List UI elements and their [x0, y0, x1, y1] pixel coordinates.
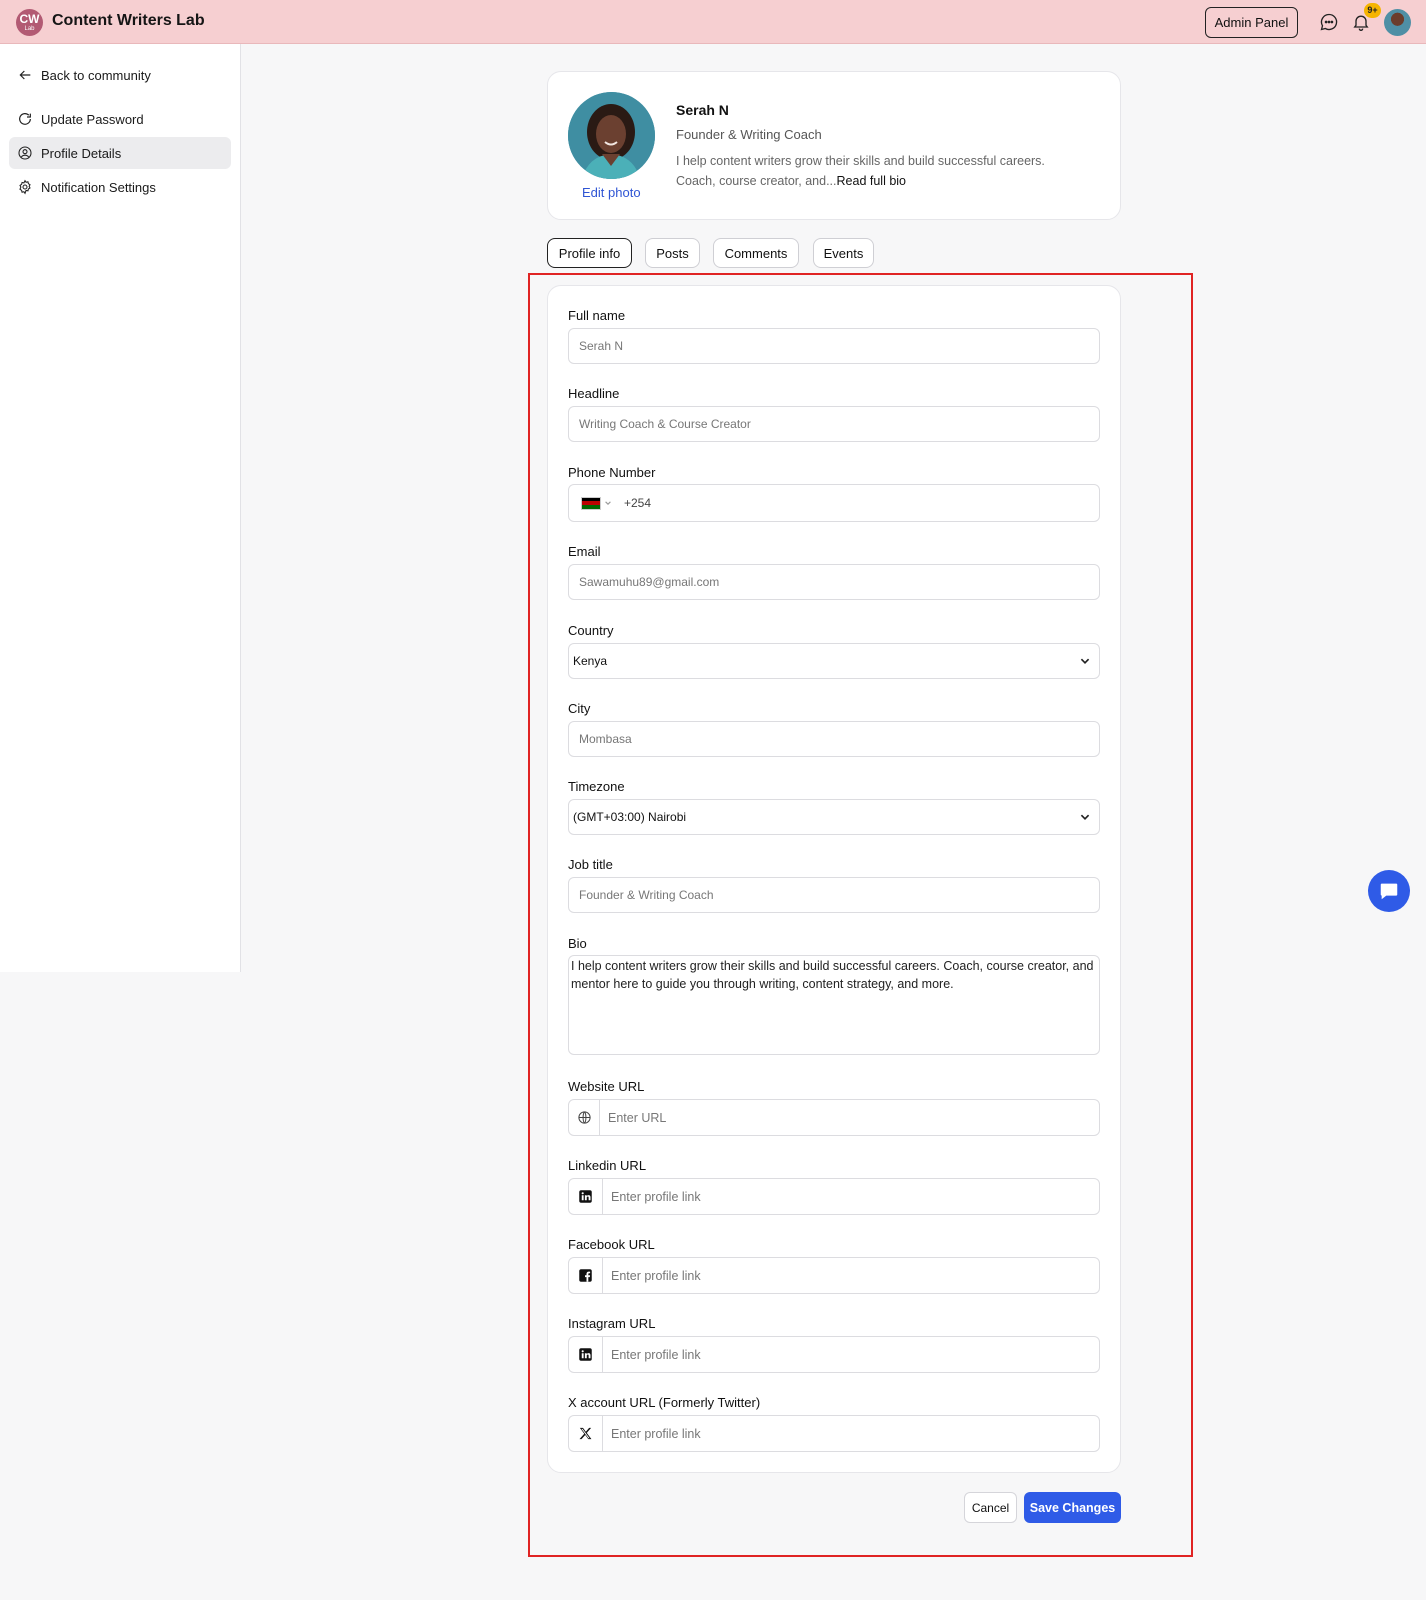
timezone-value: (GMT+03:00) Nairobi: [573, 810, 687, 824]
profile-summary-card: Edit photo Serah N Founder & Writing Coa…: [547, 71, 1121, 220]
logo-text: CW: [19, 12, 40, 26]
email-input[interactable]: Sawamuhu89@gmail.com: [568, 564, 1100, 600]
chat-widget-button[interactable]: [1368, 870, 1410, 912]
country-value: Kenya: [573, 654, 608, 668]
tab-posts[interactable]: Posts: [645, 238, 700, 268]
logo[interactable]: CW Lab: [16, 9, 43, 36]
phone-value: +254: [624, 496, 652, 510]
x-account-label: X account URL (Formerly Twitter): [568, 1395, 761, 1410]
cancel-button[interactable]: Cancel: [964, 1492, 1017, 1523]
bio-textarea[interactable]: I help content writers grow their skills…: [568, 955, 1100, 1055]
sidebar-item-label: Update Password: [41, 111, 144, 127]
instagram-icon: [579, 1348, 592, 1361]
chat-icon[interactable]: [1319, 12, 1339, 32]
user-avatar[interactable]: [1384, 9, 1411, 36]
facebook-placeholder: Enter profile link: [611, 1268, 701, 1283]
phone-input[interactable]: +254: [568, 484, 1100, 522]
linkedin-icon: [579, 1190, 592, 1203]
headline-input[interactable]: Writing Coach & Course Creator: [568, 406, 1100, 442]
job-title-input[interactable]: Founder & Writing Coach: [568, 877, 1100, 913]
x-account-input[interactable]: Enter profile link: [568, 1415, 1100, 1452]
chevron-down-icon: [1080, 814, 1090, 820]
back-to-community-link[interactable]: Back to community: [9, 59, 231, 91]
timezone-select[interactable]: (GMT+03:00) Nairobi: [568, 799, 1100, 835]
profile-headline: Founder & Writing Coach: [676, 127, 822, 142]
city-label: City: [568, 701, 591, 716]
save-changes-button[interactable]: Save Changes: [1024, 1492, 1121, 1523]
website-placeholder: Enter URL: [608, 1110, 667, 1125]
facebook-input[interactable]: Enter profile link: [568, 1257, 1100, 1294]
linkedin-placeholder: Enter profile link: [611, 1189, 701, 1204]
profile-form-card: Full name Serah N Headline Writing Coach…: [547, 285, 1121, 1473]
bio-label: Bio: [568, 936, 587, 951]
facebook-label: Facebook URL: [568, 1237, 655, 1252]
notification-badge: 9+: [1364, 3, 1381, 18]
logo-sub: Lab: [24, 26, 35, 32]
user-circle-icon: [18, 146, 32, 160]
chevron-down-icon: [1080, 658, 1090, 664]
admin-panel-button[interactable]: Admin Panel: [1205, 7, 1298, 38]
full-name-input[interactable]: Serah N: [568, 328, 1100, 364]
tab-events[interactable]: Events: [813, 238, 874, 268]
website-label: Website URL: [568, 1079, 645, 1094]
website-input[interactable]: Enter URL: [568, 1099, 1100, 1136]
x-logo-icon: [579, 1427, 592, 1440]
globe-icon: [577, 1111, 591, 1124]
tab-profile-info[interactable]: Profile info: [547, 238, 632, 268]
message-bubble-icon: [1380, 883, 1398, 900]
profile-bio-preview: I help content writers grow their skills…: [676, 151, 1076, 191]
facebook-icon: [579, 1269, 592, 1282]
refresh-icon: [19, 113, 31, 125]
sidebar-item-notification-settings[interactable]: Notification Settings: [9, 171, 231, 203]
city-input[interactable]: Mombasa: [568, 721, 1100, 757]
tab-comments[interactable]: Comments: [713, 238, 799, 268]
chevron-down-icon: [605, 501, 611, 505]
arrow-left-icon: [19, 70, 31, 80]
sidebar: Back to community Update Password Profil…: [0, 44, 241, 972]
instagram-placeholder: Enter profile link: [611, 1347, 701, 1362]
full-name-label: Full name: [568, 308, 626, 323]
x-account-placeholder: Enter profile link: [611, 1426, 701, 1441]
back-label: Back to community: [41, 67, 151, 83]
sidebar-item-update-password[interactable]: Update Password: [9, 103, 231, 135]
edit-photo-link[interactable]: Edit photo: [582, 185, 641, 200]
country-select[interactable]: Kenya: [568, 643, 1100, 679]
job-title-label: Job title: [568, 857, 613, 872]
instagram-input[interactable]: Enter profile link: [568, 1336, 1100, 1373]
sidebar-item-profile-details[interactable]: Profile Details: [9, 137, 231, 169]
timezone-label: Timezone: [568, 779, 625, 794]
headline-label: Headline: [568, 386, 620, 401]
instagram-label: Instagram URL: [568, 1316, 656, 1331]
profile-avatar: [568, 92, 655, 179]
sidebar-item-label: Notification Settings: [41, 179, 156, 195]
country-label: Country: [568, 623, 614, 638]
linkedin-label: Linkedin URL: [568, 1158, 647, 1173]
sidebar-item-label: Profile Details: [41, 145, 122, 161]
profile-name: Serah N: [676, 102, 729, 118]
gear-icon: [19, 179, 31, 195]
linkedin-input[interactable]: Enter profile link: [568, 1178, 1100, 1215]
brand-name[interactable]: Content Writers Lab: [52, 12, 205, 30]
top-bar: CW Lab Content Writers Lab Admin Panel 9…: [0, 0, 1426, 44]
kenya-flag-icon[interactable]: [581, 496, 601, 510]
read-full-bio-link[interactable]: Read full bio: [837, 174, 907, 188]
phone-label: Phone Number: [568, 465, 656, 480]
email-label: Email: [568, 544, 601, 559]
